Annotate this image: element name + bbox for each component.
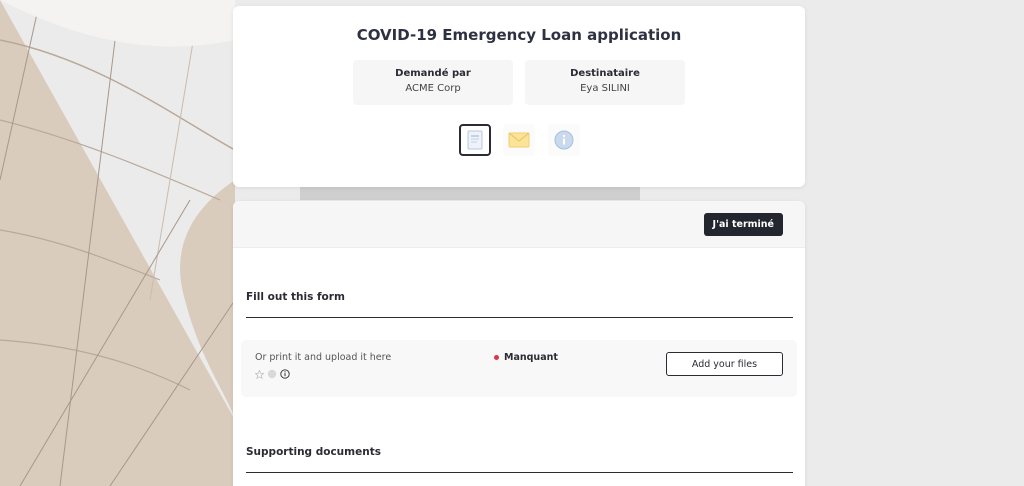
status-dot [494,355,499,360]
status-badge: Manquant [494,352,558,363]
status-text: Manquant [504,352,558,363]
info-icon [554,130,574,150]
request-header-card: COVID-19 Emergency Loan application Dema… [233,6,805,187]
section-title-form: Fill out this form [246,291,345,303]
document-icon [467,130,483,150]
done-button[interactable]: J'ai terminé [703,213,783,236]
request-content-card: J'ai terminé Fill out this form Or print… [233,201,805,486]
requested-by-label: Demandé par [395,68,471,79]
requested-by-value: ACME Corp [405,83,461,94]
help-icon[interactable] [280,369,290,379]
document-request-row: Or print it and upload it here Manquant … [241,340,797,397]
section-divider [246,472,793,473]
document-request-label: Or print it and upload it here [255,352,392,363]
action-toolbar: J'ai terminé [233,201,805,248]
add-files-button[interactable]: Add your files [666,352,783,376]
tab-messages[interactable] [503,124,535,156]
section-title-supporting: Supporting documents [246,446,381,458]
recipient-label: Destinataire [570,68,640,79]
document-request-meta [255,369,290,379]
visibility-dot-icon [267,369,277,379]
page-title: COVID-19 Emergency Loan application [356,26,682,44]
recipient-box: Destinataire Eya SILINI [525,60,685,105]
star-icon[interactable] [255,369,264,379]
envelope-icon [508,132,530,148]
tab-document[interactable] [459,124,491,156]
requested-by-box: Demandé par ACME Corp [353,60,513,105]
recipient-value: Eya SILINI [580,83,630,94]
tab-info[interactable] [548,124,580,156]
section-divider [246,317,793,318]
